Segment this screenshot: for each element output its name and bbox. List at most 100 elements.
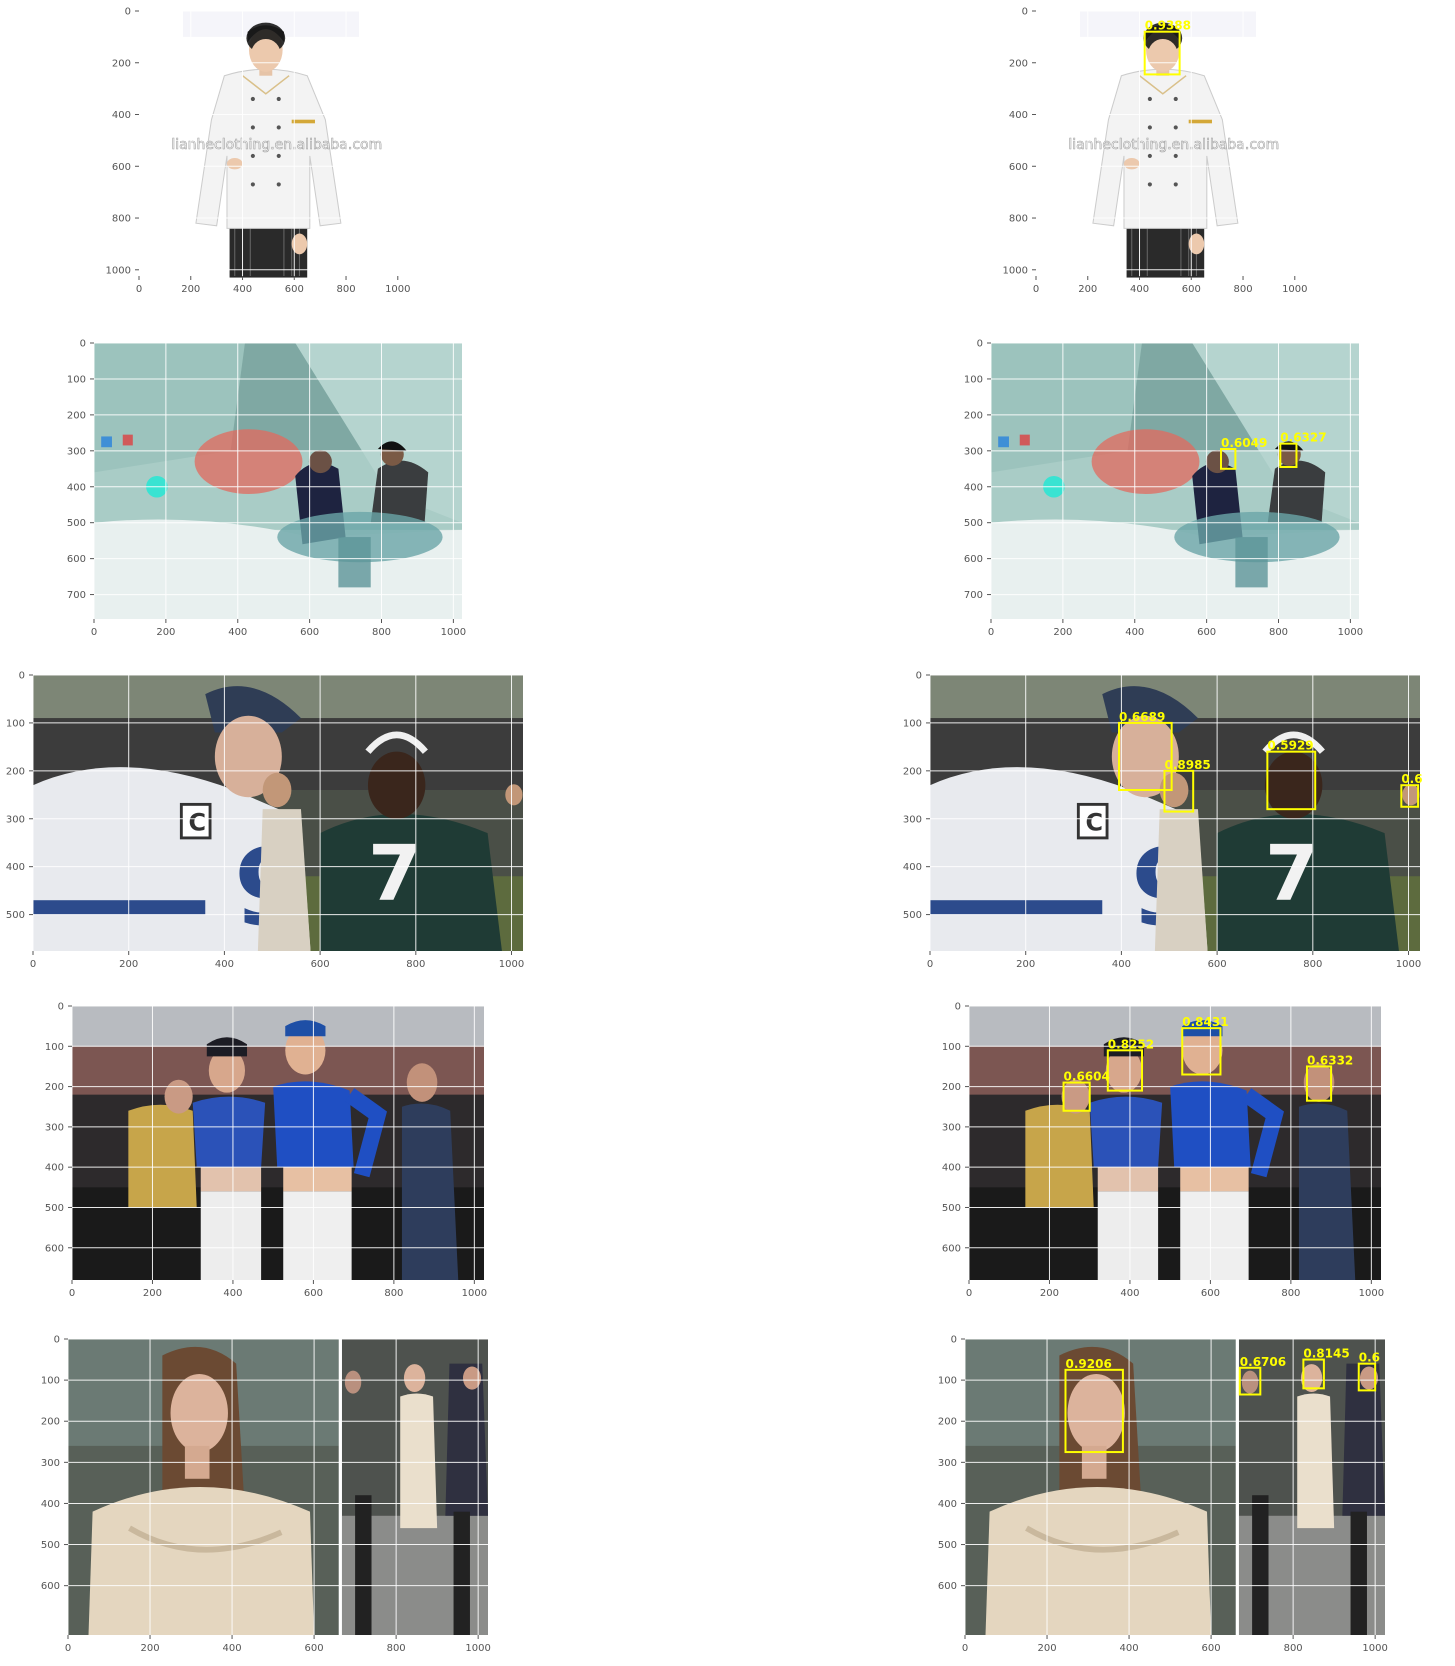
y-tick-label: 0 [58,1002,64,1013]
x-tick-label: 400 [223,1288,242,1299]
x-tick-label: 400 [1125,627,1144,638]
y-tick-label: 200 [6,766,25,777]
x-tick-label: 0 [69,1288,75,1299]
x-tick-label: 1000 [465,1643,490,1654]
x-tick-label: 0 [136,284,142,295]
y-tick-label: 200 [45,1082,64,1093]
y-tick-label: 300 [41,1458,60,1469]
detection-score: 0.6049 [1221,436,1267,450]
y-tick-label: 200 [1009,58,1028,69]
y-tick-label: 600 [942,1243,961,1254]
image-axes-5: 0.6689 0.8985 0.5929 0.6 0 200 400 600 800 1000 0 1… [903,671,1423,970]
y-tick-label: 500 [903,910,922,921]
image-axes-0: lianheclothing.en.alibaba.com 0 200 400 600 8… [106,7,411,296]
y-tick-label: 600 [1009,162,1028,173]
x-tick-label: 400 [1120,1643,1139,1654]
y-tick-label: 300 [964,446,983,457]
figure: 9 C 7 lianheclothing.en.alibaba.com0 200… [6,7,1455,1655]
y-tick-label: 100 [938,1376,957,1387]
y-tick-label: 0 [955,1002,961,1013]
y-tick-label: 500 [45,1203,64,1214]
image-axes-9: 0.9206 0.6706 0.8145 0.6 0 200 400 600 800 1000 0 1… [938,1335,1388,1655]
x-tick-label: 1000 [1338,627,1363,638]
detection-score: 0.6327 [1280,431,1326,445]
x-tick-label: 400 [215,959,234,970]
y-tick-label: 0 [951,1335,957,1346]
detection-score: 0.9388 [1145,19,1191,33]
detection-score: 0.9206 [1065,1357,1111,1371]
y-tick-label: 400 [67,482,86,493]
image-axes-1: lianheclothing.en.alibaba.com 0.9388 0 200 4… [1003,7,1308,296]
y-tick-label: 600 [964,554,983,565]
y-tick-label: 200 [67,410,86,421]
y-tick-label: 500 [67,518,86,529]
y-tick-label: 0 [125,7,131,18]
image-axes-4: 0 200 400 600 800 1000 0 100 200 300 400 500 [6,671,524,970]
y-tick-label: 0 [19,671,25,682]
detection-score: 0.6332 [1307,1053,1353,1067]
y-tick-label: 500 [964,518,983,529]
x-tick-label: 1000 [462,1288,487,1299]
y-tick-label: 200 [41,1417,60,1428]
y-tick-label: 0 [1022,7,1028,18]
y-tick-label: 400 [112,110,131,121]
y-tick-label: 300 [45,1122,64,1133]
x-tick-label: 600 [1201,1288,1220,1299]
y-tick-label: 400 [964,482,983,493]
y-tick-label: 100 [942,1042,961,1053]
y-tick-label: 600 [41,1581,60,1592]
y-tick-label: 500 [942,1203,961,1214]
y-tick-label: 700 [964,590,983,601]
x-tick-label: 600 [300,627,319,638]
y-tick-label: 0 [916,671,922,682]
y-tick-label: 800 [112,214,131,225]
watermark-text: lianheclothing.en.alibaba.com [171,137,382,153]
detection-score: 0.8431 [1182,1015,1228,1029]
y-tick-label: 500 [6,910,25,921]
x-tick-label: 1000 [499,959,524,970]
x-tick-label: 600 [311,959,330,970]
y-tick-label: 500 [938,1540,957,1551]
image-axes-6: 0 200 400 600 800 1000 0 100 200 300 400 500 600 [45,1002,487,1299]
x-tick-label: 0 [962,1643,968,1654]
x-tick-label: 200 [119,959,138,970]
detection-score: 0.6 [1359,1351,1380,1365]
y-tick-label: 300 [903,814,922,825]
image-content [965,1339,1385,1635]
y-tick-label: 400 [41,1499,60,1510]
image-content [930,675,1420,951]
x-tick-label: 0 [65,1643,71,1654]
image-content [68,1339,488,1635]
detection-score: 0.8252 [1108,1037,1154,1051]
image-content [991,343,1359,619]
x-tick-label: 800 [372,627,391,638]
y-tick-label: 800 [1009,214,1028,225]
watermark-text: lianheclothing.en.alibaba.com [1068,137,1279,153]
image-axes-2: 0 200 400 600 800 1000 0 100 200 300 400 500 600 700 [67,339,466,639]
x-tick-label: 200 [1078,284,1097,295]
x-tick-label: 0 [1033,284,1039,295]
y-tick-label: 200 [112,58,131,69]
detection-score: 0.6 [1401,772,1422,786]
x-tick-label: 800 [1303,959,1322,970]
x-tick-label: 0 [988,627,994,638]
y-tick-label: 400 [938,1499,957,1510]
y-tick-label: 100 [67,374,86,385]
y-tick-label: 300 [67,446,86,457]
y-tick-label: 100 [903,718,922,729]
y-tick-label: 200 [942,1082,961,1093]
x-tick-label: 400 [1130,284,1149,295]
x-tick-label: 800 [1269,627,1288,638]
x-tick-label: 800 [1284,1643,1303,1654]
detection-score: 0.6604 [1064,1070,1110,1084]
x-tick-label: 800 [1281,1288,1300,1299]
y-tick-label: 300 [942,1122,961,1133]
y-tick-label: 700 [67,590,86,601]
x-tick-label: 600 [285,284,304,295]
x-tick-label: 0 [91,627,97,638]
y-tick-label: 1000 [106,265,131,276]
y-tick-label: 100 [45,1042,64,1053]
y-tick-label: 500 [41,1540,60,1551]
image-content [94,343,463,619]
image-axes-3: 0.6049 0.6327 0 200 400 600 800 1000 0 100 200 300 4… [964,339,1363,639]
